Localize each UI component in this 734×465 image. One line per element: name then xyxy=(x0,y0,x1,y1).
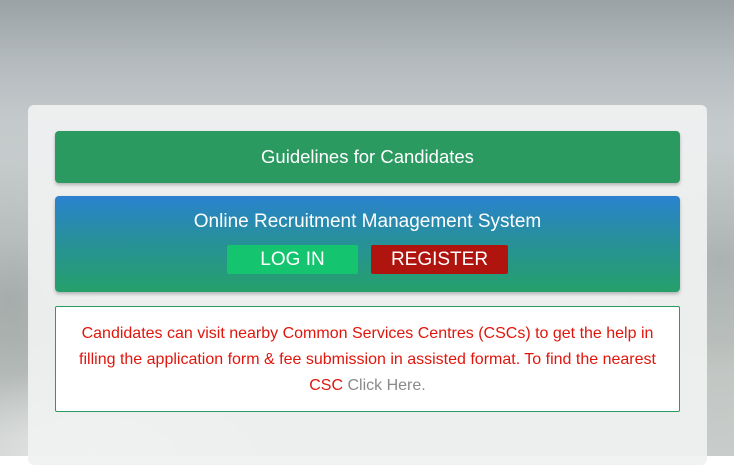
login-label: LOG IN xyxy=(260,248,325,270)
csc-notice-box: Candidates can visit nearby Common Servi… xyxy=(55,306,680,412)
guidelines-label: Guidelines for Candidates xyxy=(261,146,474,167)
register-label: REGISTER xyxy=(390,248,489,270)
recruitment-system-box: Online Recruitment Management System LOG… xyxy=(55,196,680,292)
register-button[interactable]: REGISTER xyxy=(371,245,508,274)
notice-period: . xyxy=(421,377,426,394)
login-button[interactable]: LOG IN xyxy=(227,245,358,274)
click-here-link[interactable]: Click Here xyxy=(347,377,421,394)
csc-notice-text: Candidates can visit nearby Common Servi… xyxy=(76,321,659,399)
guidelines-button[interactable]: Guidelines for Candidates xyxy=(55,131,680,183)
recruitment-system-title: Online Recruitment Management System xyxy=(193,211,542,232)
